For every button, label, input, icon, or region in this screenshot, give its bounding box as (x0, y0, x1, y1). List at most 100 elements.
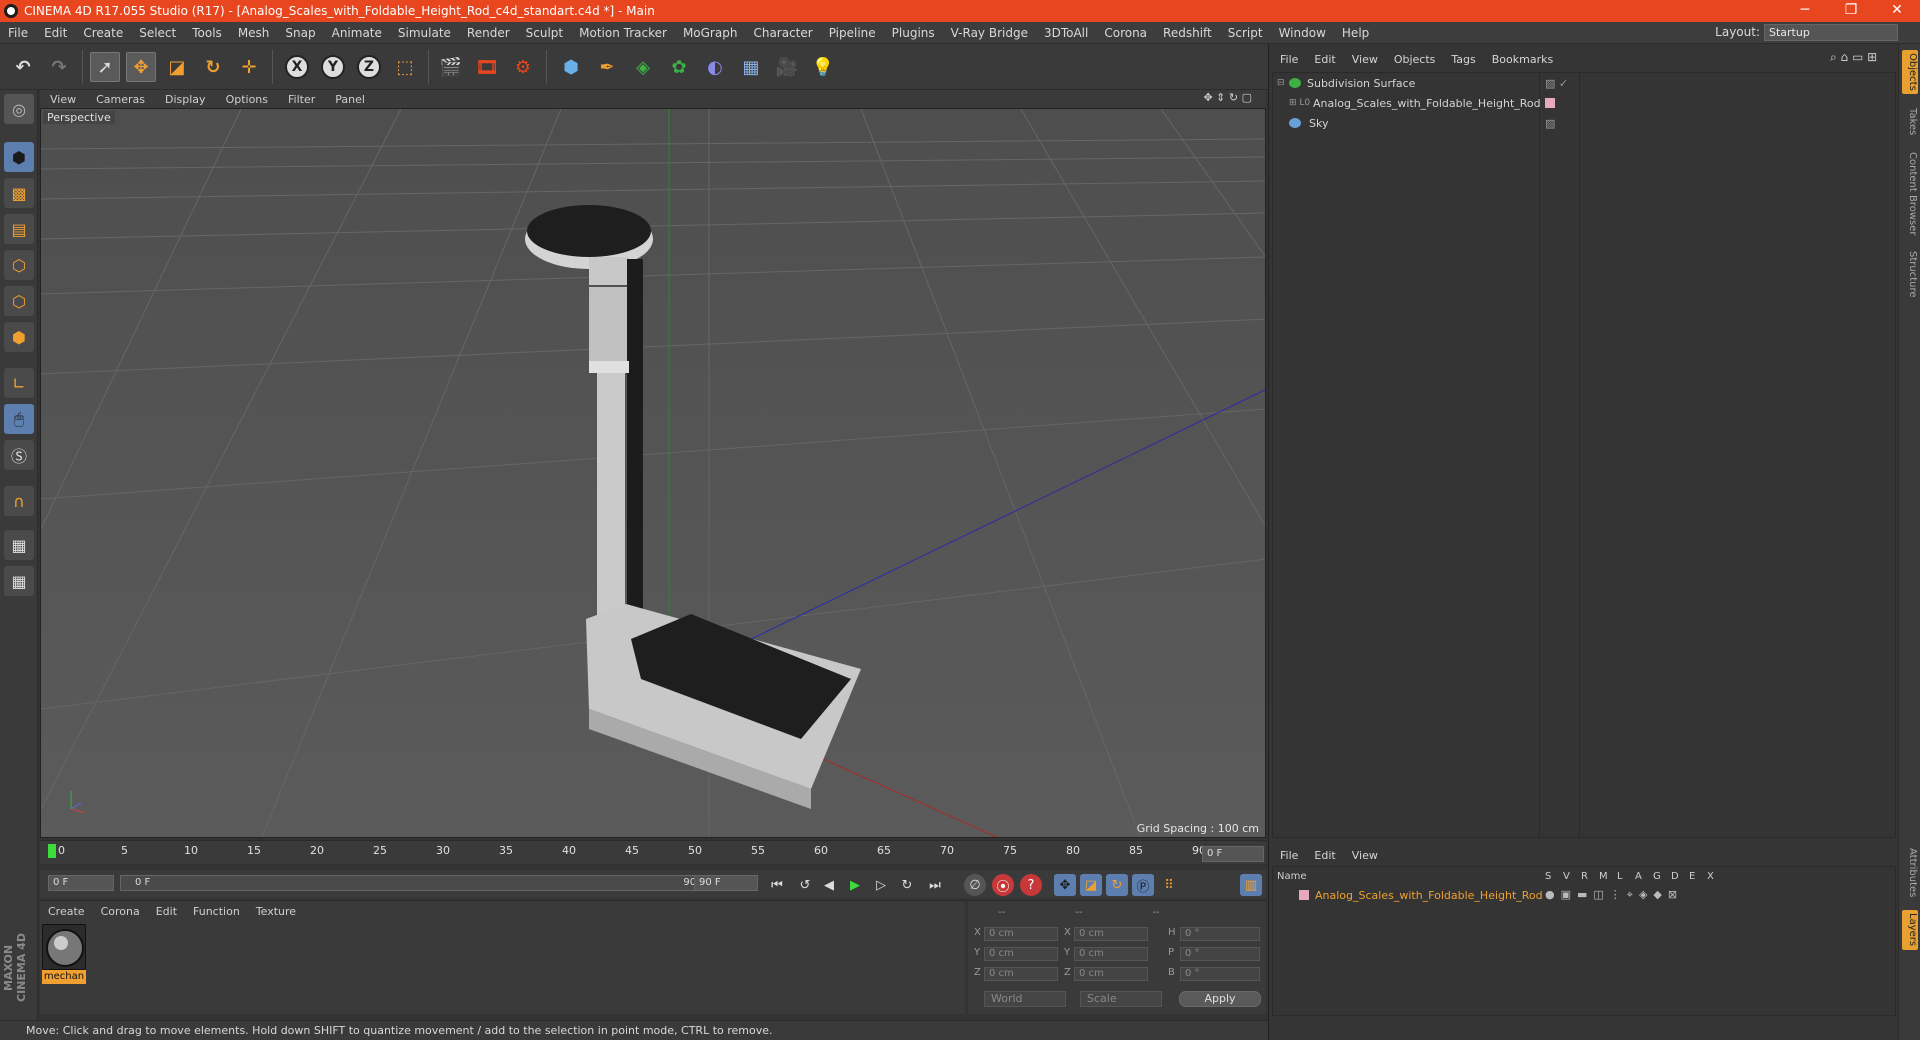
menu-script[interactable]: Script (1220, 26, 1271, 40)
material-menu-corona[interactable]: Corona (93, 905, 148, 918)
restore-button[interactable]: ❐ (1828, 0, 1874, 22)
y-axis-icon[interactable]: Y (318, 52, 348, 82)
menu-snap[interactable]: Snap (277, 26, 323, 40)
menu-render[interactable]: Render (459, 26, 518, 40)
mograph-icon[interactable]: ✿ (664, 52, 694, 82)
menu-edit[interactable]: Edit (36, 26, 75, 40)
subdivision-icon[interactable]: ◈ (628, 52, 658, 82)
grid-snap-icon[interactable]: ▦ (4, 566, 34, 596)
move-icon[interactable]: ✥ (126, 52, 156, 82)
object-tags-icons[interactable]: ▨ (1545, 117, 1555, 130)
menu-sculpt[interactable]: Sculpt (518, 26, 571, 40)
coordinate-system-icon[interactable]: ⬚ (390, 52, 420, 82)
position-z-field[interactable]: 0 cm (984, 967, 1058, 981)
cube-icon[interactable]: ⬢ (556, 52, 586, 82)
object-mode-icon[interactable]: ⬢ (4, 142, 34, 172)
tab-layers[interactable]: Layers (1902, 910, 1918, 950)
key-rotation-icon[interactable]: ↻ (1106, 874, 1128, 896)
rotation-p-field[interactable]: 0 ° (1180, 947, 1260, 961)
key-scale-icon[interactable]: ◪ (1080, 874, 1102, 896)
play-icon[interactable]: ▶ (844, 874, 866, 896)
viewport-menu-view[interactable]: View (40, 93, 86, 106)
key-parameter-icon[interactable]: Ⓟ (1132, 874, 1154, 896)
om-menu-objects[interactable]: Objects (1386, 53, 1444, 66)
menu-tools[interactable]: Tools (184, 26, 230, 40)
material-menu-create[interactable]: Create (40, 905, 93, 918)
floor-icon[interactable]: ▦ (736, 52, 766, 82)
prev-frame-icon[interactable]: ◀ (818, 874, 840, 896)
menu-pipeline[interactable]: Pipeline (821, 26, 884, 40)
layer-row[interactable]: Analog_Scales_with_Foldable_Height_Rod ●… (1273, 885, 1895, 905)
menu-window[interactable]: Window (1271, 26, 1334, 40)
expand-icon[interactable]: ⊞ L0 (1289, 98, 1313, 108)
tab-structure[interactable]: Structure (1902, 248, 1918, 300)
layout-select[interactable]: Startup (1764, 24, 1898, 41)
tab-attributes[interactable]: Attributes (1902, 844, 1918, 902)
om-search-icons[interactable]: ⌕ ⌂ ▭ ⊞ (1830, 50, 1877, 65)
layer-color-tag[interactable] (1545, 98, 1555, 108)
workplane-lock-icon[interactable]: ▦ (4, 530, 34, 560)
object-tags-icons[interactable]: ▨ ✓ (1545, 77, 1568, 90)
object-row[interactable]: Sky ▨ (1273, 113, 1895, 133)
key-position-icon[interactable]: ✥ (1054, 874, 1076, 896)
timeline-window-icon[interactable]: ▥ (1240, 874, 1262, 896)
tab-objects[interactable]: Objects (1902, 50, 1918, 94)
om-menu-edit[interactable]: Edit (1306, 53, 1343, 66)
menu-select[interactable]: Select (131, 26, 184, 40)
close-button[interactable]: ✕ (1874, 0, 1920, 22)
tab-takes[interactable]: Takes (1902, 104, 1918, 140)
autokey-icon[interactable]: ⦿ (992, 874, 1014, 896)
menu-help[interactable]: Help (1334, 26, 1377, 40)
menu-plugins[interactable]: Plugins (884, 26, 943, 40)
menu-simulate[interactable]: Simulate (390, 26, 459, 40)
viewport-menu-panel[interactable]: Panel (325, 93, 375, 106)
om-menu-tags[interactable]: Tags (1443, 53, 1483, 66)
size-y-field[interactable]: 0 cm (1074, 947, 1148, 961)
tab-content-browser[interactable]: Content Browser (1902, 148, 1918, 240)
size-x-field[interactable]: 0 cm (1074, 927, 1148, 941)
material-thumbnail[interactable] (42, 924, 86, 970)
menu-vray-bridge[interactable]: V-Ray Bridge (943, 26, 1036, 40)
scale-icon[interactable]: ◪ (162, 52, 192, 82)
next-frame-icon[interactable]: ▷ (870, 874, 892, 896)
snap-magnet-icon[interactable]: ∩ (4, 486, 34, 516)
key-pla-icon[interactable]: ⠿ (1158, 874, 1180, 896)
menu-mograph[interactable]: MoGraph (675, 26, 746, 40)
goto-end-icon[interactable]: ⏭ (924, 874, 946, 896)
solo-mode-icon[interactable]: Ⓢ (4, 440, 34, 470)
layer-toggle-icons[interactable]: ●▣▬◫⋮⌖◈◆⊠ (1545, 888, 1683, 902)
apply-button[interactable]: Apply (1179, 991, 1261, 1007)
texture-mode-icon[interactable]: ▩ (4, 178, 34, 208)
keyframe-selection-icon[interactable]: ? (1020, 874, 1042, 896)
object-row[interactable]: ⊞ L0 Analog_Scales_with_Foldable_Height_… (1273, 93, 1895, 113)
redo-icon[interactable]: ↷ (44, 52, 74, 82)
menu-create[interactable]: Create (75, 26, 131, 40)
end-frame-field[interactable]: 90 F (694, 875, 758, 891)
prev-key-icon[interactable]: ↺ (794, 874, 816, 896)
object-name[interactable]: Analog_Scales_with_Foldable_Height_Rod (1313, 97, 1541, 110)
rotation-h-field[interactable]: 0 ° (1180, 927, 1260, 941)
layer-name[interactable]: Analog_Scales_with_Foldable_Height_Rod (1315, 889, 1543, 902)
perspective-viewport[interactable]: Perspective Grid Spacing : 100 cm (40, 108, 1266, 838)
material-name[interactable]: mechan (42, 970, 86, 984)
viewport-nav-icons[interactable]: ✥ ⇕ ↻ ▢ (1193, 91, 1262, 104)
goto-start-icon[interactable]: ⏮ (766, 874, 788, 896)
object-name[interactable]: Subdivision Surface (1307, 77, 1415, 90)
viewport-menu-options[interactable]: Options (216, 93, 278, 106)
minimize-button[interactable]: ─ (1782, 0, 1828, 22)
layer-color-swatch[interactable] (1299, 890, 1309, 900)
next-key-icon[interactable]: ↻ (896, 874, 918, 896)
points-mode-icon[interactable]: ⬡ (4, 250, 34, 280)
om-menu-bookmarks[interactable]: Bookmarks (1484, 53, 1561, 66)
camera-icon[interactable]: 🎥 (772, 52, 802, 82)
frame-range-slider[interactable]: 0 F 90 F (120, 875, 720, 891)
menu-corona[interactable]: Corona (1096, 26, 1155, 40)
timeline-playhead[interactable] (48, 844, 56, 858)
render-settings-icon[interactable]: ⚙ (508, 52, 538, 82)
rotation-b-field[interactable]: 0 ° (1180, 967, 1260, 981)
position-x-field[interactable]: 0 cm (984, 927, 1058, 941)
record-disabled-icon[interactable]: ∅ (964, 874, 986, 896)
position-y-field[interactable]: 0 cm (984, 947, 1058, 961)
model-mode-icon[interactable]: ◎ (4, 94, 34, 124)
z-axis-icon[interactable]: Z (354, 52, 384, 82)
